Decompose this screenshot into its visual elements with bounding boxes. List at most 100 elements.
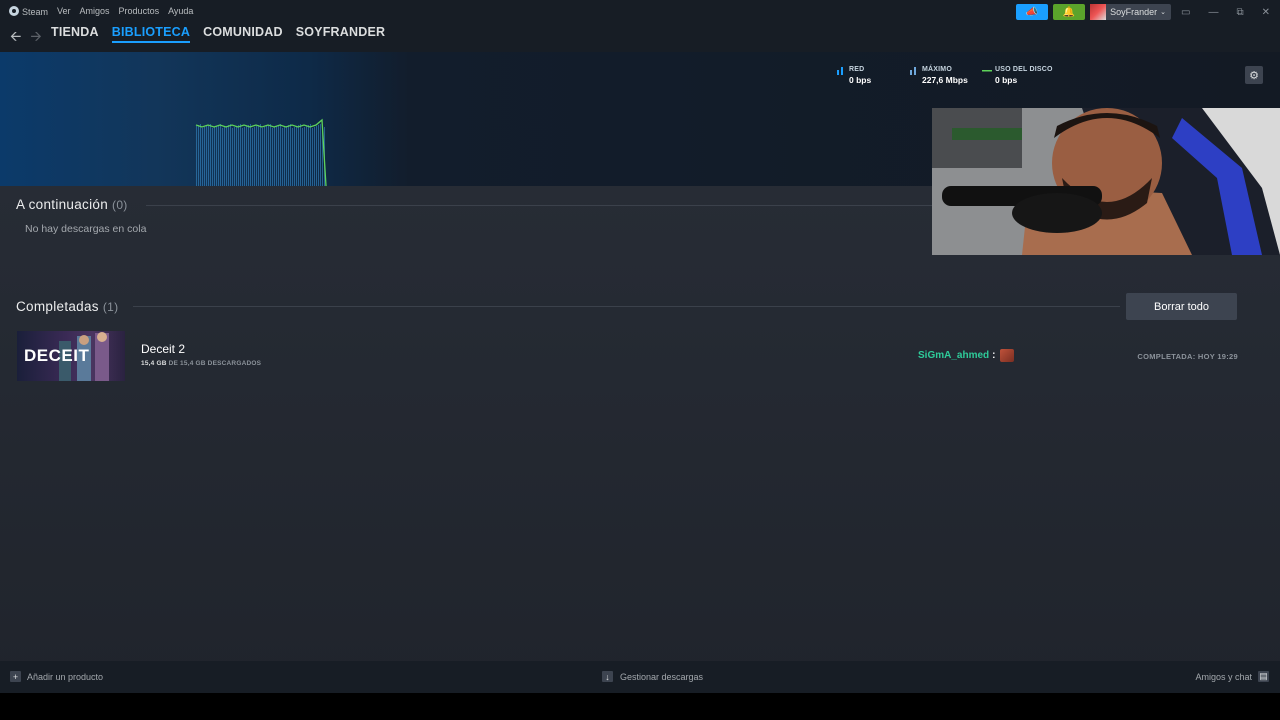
back-arrow-icon[interactable]: 🡨 xyxy=(10,26,21,50)
game-thumbnail[interactable]: DECEIT xyxy=(17,331,125,381)
network-bar xyxy=(230,124,231,186)
disk-line-icon xyxy=(982,70,992,72)
friends-chat-button[interactable]: Amigos y chat ▤ xyxy=(1195,671,1269,682)
network-bar xyxy=(262,128,263,186)
stat-peak-label: MÁXIMO xyxy=(922,66,952,73)
queue-divider xyxy=(146,205,932,206)
announcements-button[interactable]: 📣 xyxy=(1016,4,1049,20)
network-bar xyxy=(200,124,201,186)
network-bar xyxy=(216,126,217,186)
menu-item-ayuda[interactable]: Ayuda xyxy=(168,6,193,17)
bell-icon: 🔔 xyxy=(1062,6,1076,18)
network-bar xyxy=(246,126,247,186)
size-text: DE 15,4 GB DESCARGADOS xyxy=(168,360,262,367)
queue-empty-message: No hay descargas en cola xyxy=(25,223,147,235)
network-bar xyxy=(302,128,303,186)
network-bar xyxy=(198,125,199,186)
network-bar xyxy=(250,124,251,186)
add-product-label: Añadir un producto xyxy=(27,671,104,682)
nav-soyfrander[interactable]: SOYFRANDER xyxy=(296,25,386,43)
nav-tienda[interactable]: TIENDA xyxy=(51,25,99,43)
menu-item-ver[interactable]: Ver xyxy=(57,6,71,17)
chevron-down-icon: ⌄ xyxy=(1160,9,1167,16)
megaphone-icon: 📣 xyxy=(1025,6,1039,18)
queue-section-title: A continuación (0) xyxy=(16,197,128,212)
title-bar: Steam Ver Amigos Productos Ayuda 📣 🔔 Soy… xyxy=(0,0,1280,24)
network-bar xyxy=(220,124,221,186)
restore-icon[interactable]: ⧉ xyxy=(1236,7,1243,18)
steam-logo-icon xyxy=(9,6,19,16)
network-bar xyxy=(306,126,307,186)
menu-item-productos[interactable]: Productos xyxy=(119,6,160,17)
network-bar xyxy=(292,128,293,186)
forward-arrow-icon[interactable]: 🡪 xyxy=(30,26,41,50)
big-picture-icon[interactable]: ▭ xyxy=(1181,7,1190,18)
completed-count: (1) xyxy=(102,300,119,314)
chat-separator: : xyxy=(992,350,996,361)
network-bar xyxy=(272,128,273,186)
downloads-icon: ↓ xyxy=(602,671,613,682)
stat-peak: MÁXIMO 227,6 Mbps xyxy=(910,66,968,85)
network-bar xyxy=(240,124,241,186)
network-bar xyxy=(270,124,271,186)
network-bar xyxy=(248,125,249,186)
menu-item-steam[interactable]: Steam xyxy=(9,6,48,17)
gear-icon: ⚙ xyxy=(1249,69,1259,82)
notifications-button[interactable]: 🔔 xyxy=(1053,4,1086,20)
network-bar xyxy=(282,128,283,186)
network-bar xyxy=(256,126,257,186)
game-name[interactable]: Deceit 2 xyxy=(141,342,185,356)
add-product-button[interactable]: + Añadir un producto xyxy=(10,671,103,682)
network-bar xyxy=(264,127,265,186)
game-size: 15,4 GB DE 15,4 GB DESCARGADOS xyxy=(141,360,261,367)
account-menu-button[interactable]: SoyFrander ⌄ xyxy=(1090,4,1172,20)
network-bar xyxy=(318,125,319,186)
footer-bar: + Añadir un producto ↓ Gestionar descarg… xyxy=(0,661,1280,693)
steam-window: Steam Ver Amigos Productos Ayuda 📣 🔔 Soy… xyxy=(0,0,1280,693)
network-bar xyxy=(316,126,317,186)
history-nav: 🡨 🡪 xyxy=(10,26,42,50)
network-bar xyxy=(206,126,207,186)
clear-all-button[interactable]: Borrar todo xyxy=(1126,293,1237,320)
titlebar-controls: 📣 🔔 SoyFrander ⌄ ▭ — ⧉ ✕ xyxy=(1016,4,1280,20)
stat-network: RED 0 bps xyxy=(837,66,872,85)
network-bar xyxy=(300,124,301,186)
close-icon[interactable]: ✕ xyxy=(1262,7,1270,18)
stat-network-value: 0 bps xyxy=(849,75,872,85)
menu-bar: Steam Ver Amigos Productos Ayuda xyxy=(9,6,193,17)
queue-count: (0) xyxy=(112,198,128,212)
network-bar xyxy=(266,126,267,186)
friends-chat-label: Amigos y chat xyxy=(1195,671,1252,682)
network-bar xyxy=(280,124,281,186)
main-nav: TIENDA BIBLIOTECA COMUNIDAD SOYFRANDER xyxy=(51,25,385,43)
manage-downloads-button[interactable]: ↓ Gestionar descargas xyxy=(602,671,703,682)
nav-comunidad[interactable]: COMUNIDAD xyxy=(203,25,283,43)
network-bar xyxy=(296,126,297,186)
network-bar xyxy=(310,124,311,186)
chat-emote-icon xyxy=(1000,349,1015,362)
network-bar xyxy=(276,126,277,186)
network-bar xyxy=(298,125,299,186)
network-bar xyxy=(308,125,309,186)
network-bar xyxy=(226,126,227,186)
completed-title: Completadas xyxy=(16,299,99,314)
download-settings-button[interactable]: ⚙ xyxy=(1245,66,1263,84)
network-bar xyxy=(290,124,291,186)
nav-biblioteca[interactable]: BIBLIOTECA xyxy=(111,25,191,43)
network-bar xyxy=(286,126,287,186)
stream-chat-overlay: SiGmA_ahmed : xyxy=(918,349,1015,362)
network-bar xyxy=(232,128,233,186)
stat-network-label: RED xyxy=(849,66,865,73)
download-item[interactable]: DECEIT Deceit 2 15,4 GB DE 15,4 GB DESCA… xyxy=(17,331,1257,381)
downloaded-amount: 15,4 GB xyxy=(141,360,167,367)
manage-downloads-label: Gestionar descargas xyxy=(620,671,704,682)
stat-disk-label: USO DEL DISCO xyxy=(995,66,1053,73)
network-bar xyxy=(222,128,223,186)
network-bar xyxy=(244,127,245,186)
network-bar xyxy=(210,124,211,186)
minimize-icon[interactable]: — xyxy=(1208,7,1218,18)
username: SoyFrander xyxy=(1110,7,1158,17)
menu-item-amigos[interactable]: Amigos xyxy=(80,6,110,17)
stat-disk: USO DEL DISCO 0 bps xyxy=(982,66,1053,85)
network-bar xyxy=(242,128,243,186)
